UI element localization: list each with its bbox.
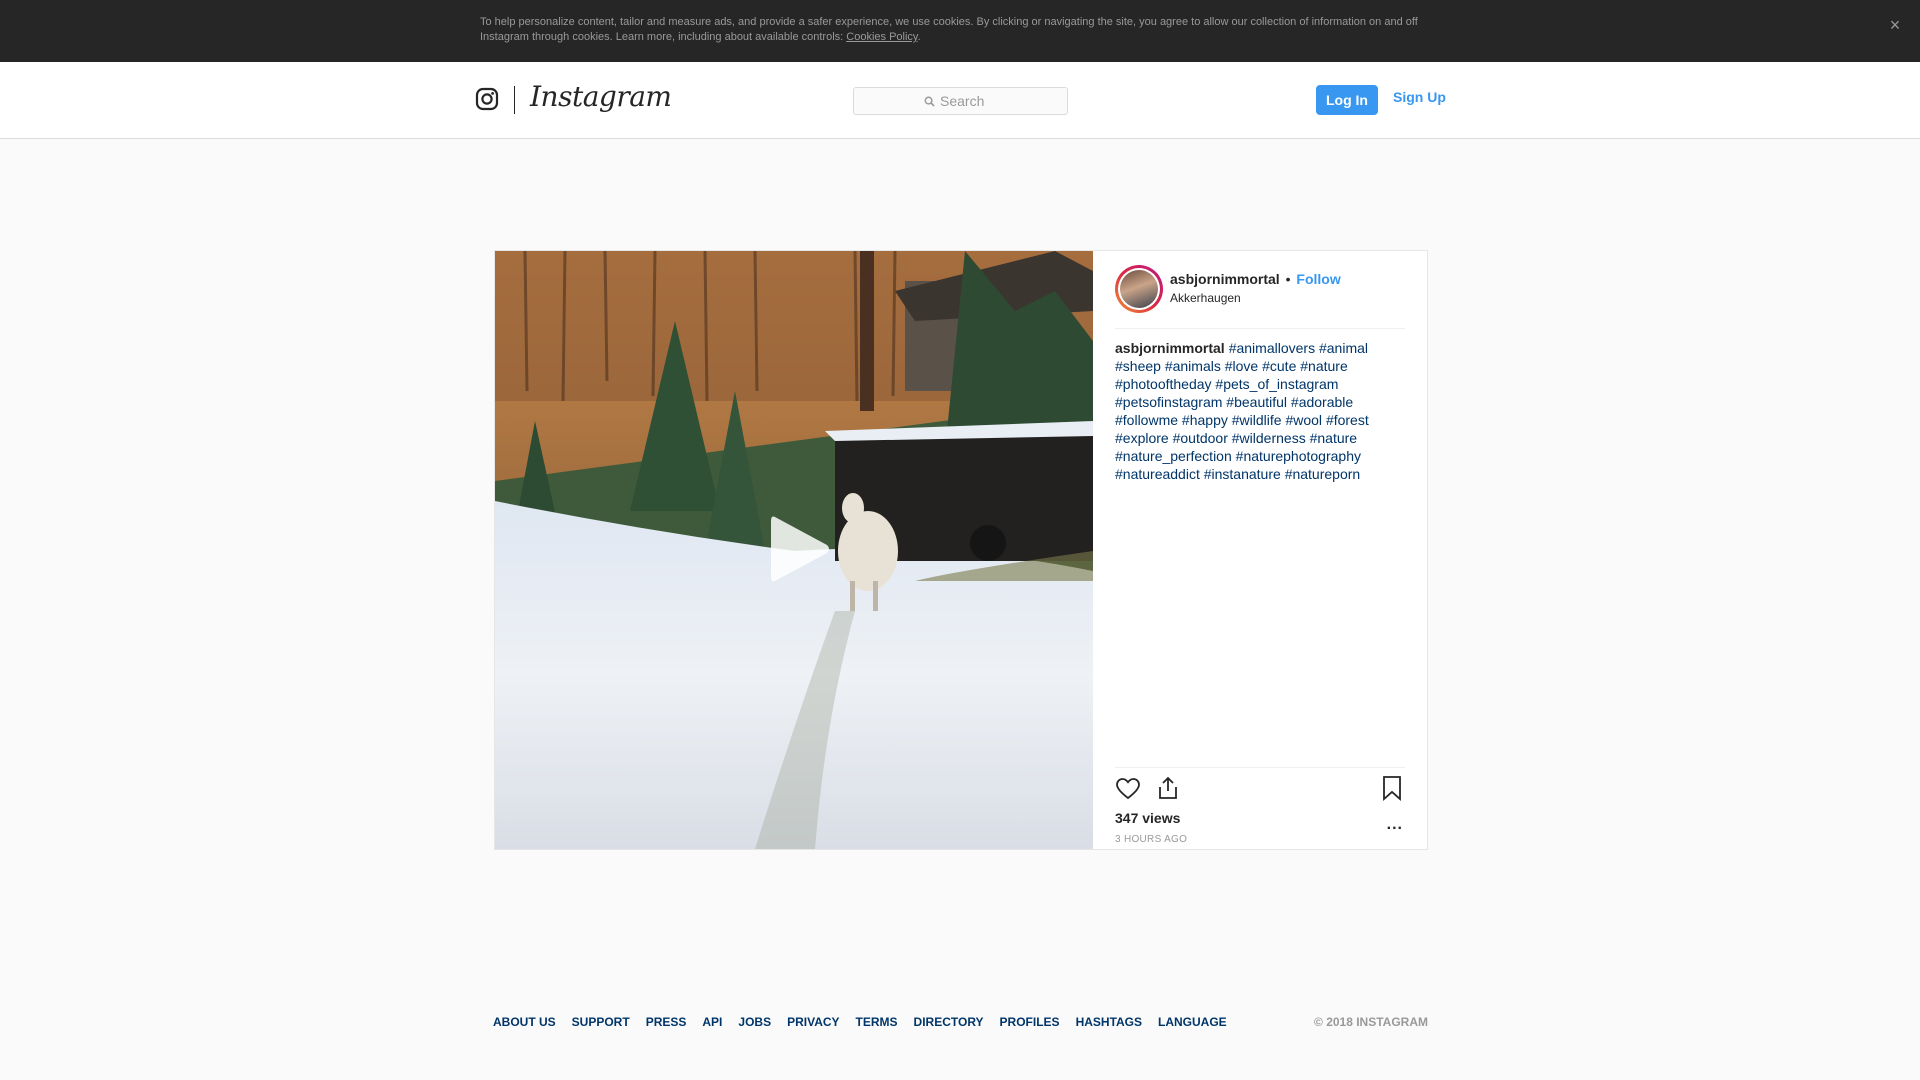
footer-link[interactable]: JOBS [738, 1015, 771, 1029]
hashtag-link[interactable]: #wilderness [1232, 430, 1306, 446]
post-card: asbjornimmortal • Follow Akkerhaugen asb… [494, 250, 1428, 850]
hashtag-link[interactable]: #followme [1115, 412, 1178, 428]
separator-dot: • [1285, 271, 1291, 287]
footer: ABOUT US SUPPORT PRESS API JOBS PRIVACY TERMS D… [493, 1015, 1428, 1029]
hashtag-link[interactable]: #animallovers [1229, 340, 1315, 356]
post-caption: asbjornimmortal #animallovers #animal #sh… [1115, 339, 1405, 483]
footer-link[interactable]: PRIVACY [787, 1015, 839, 1029]
footer-link[interactable]: HASHTAGS [1076, 1015, 1142, 1029]
more-options-button[interactable]: ... [1387, 816, 1403, 834]
hashtag-link[interactable]: #love [1225, 358, 1258, 374]
hashtag-link[interactable]: #beautiful [1226, 394, 1287, 410]
footer-link[interactable]: LANGUAGE [1158, 1015, 1227, 1029]
search-icon [924, 96, 935, 107]
search-placeholder: Search [940, 93, 985, 109]
hashtag-link[interactable]: #photooftheday [1115, 376, 1212, 392]
hashtag-link[interactable]: #wildlife [1232, 412, 1282, 428]
hashtag-link[interactable]: #outdoor [1173, 430, 1228, 446]
footer-nav: ABOUT US SUPPORT PRESS API JOBS PRIVACY TERMS D… [493, 1015, 1243, 1029]
post-actions: 347 views 3 HOURS AGO ... [1115, 767, 1405, 849]
search-input[interactable]: Search [853, 87, 1068, 115]
footer-link[interactable]: SUPPORT [572, 1015, 630, 1029]
bookmark-icon[interactable] [1379, 775, 1405, 801]
heart-icon[interactable] [1115, 776, 1141, 802]
footer-link[interactable]: API [702, 1015, 722, 1029]
cookie-banner-text: To help personalize content, tailor and … [480, 15, 1440, 45]
login-button[interactable]: Log In [1316, 85, 1378, 115]
hashtag-link[interactable]: #nature_perfection [1115, 448, 1232, 464]
play-icon[interactable] [763, 513, 831, 585]
hashtag-link[interactable]: #animals [1165, 358, 1221, 374]
cookie-suffix: . [917, 31, 921, 43]
hashtag-link[interactable]: #petsofinstagram [1115, 394, 1222, 410]
top-nav: Instagram Search Log In Sign Up [0, 62, 1920, 139]
hashtag-link[interactable]: #naturephotography [1236, 448, 1361, 464]
follow-button[interactable]: Follow [1296, 271, 1340, 287]
signup-link[interactable]: Sign Up [1393, 89, 1446, 105]
avatar-photo [1120, 270, 1158, 308]
hashtag-link[interactable]: #adorable [1291, 394, 1353, 410]
copyright: © 2018 INSTAGRAM [1314, 1015, 1428, 1029]
hashtag-link[interactable]: #forest [1326, 412, 1369, 428]
post-timestamp[interactable]: 3 HOURS AGO [1115, 834, 1187, 845]
hashtag-link[interactable]: #wool [1285, 412, 1322, 428]
hashtag-link[interactable]: #nature [1310, 430, 1357, 446]
post-video[interactable] [495, 251, 1093, 849]
avatar[interactable] [1115, 265, 1163, 313]
hashtag-link[interactable]: #instanature [1204, 466, 1281, 482]
hashtag-link[interactable]: #happy [1182, 412, 1228, 428]
hashtag-link[interactable]: #pets_of_instagram [1215, 376, 1338, 392]
footer-link[interactable]: TERMS [856, 1015, 898, 1029]
footer-link[interactable]: ABOUT US [493, 1015, 556, 1029]
hashtag-link[interactable]: #animal [1319, 340, 1368, 356]
author-line: asbjornimmortal • Follow [1170, 271, 1341, 287]
instagram-wordmark[interactable]: Instagram [530, 80, 672, 113]
cookie-banner: To help personalize content, tailor and … [0, 0, 1920, 62]
cookie-message: To help personalize content, tailor and … [480, 16, 1418, 43]
caption-username[interactable]: asbjornimmortal [1115, 340, 1225, 356]
header-divider [514, 86, 515, 114]
share-icon[interactable] [1155, 775, 1181, 801]
post-author-header: asbjornimmortal • Follow Akkerhaugen [1115, 265, 1405, 329]
hashtag-link[interactable]: #nature [1300, 358, 1347, 374]
view-count[interactable]: 347 views [1115, 810, 1180, 826]
hashtag-list: #animallovers #animal #sheep #animals #l… [1115, 340, 1369, 482]
footer-link[interactable]: PROFILES [1000, 1015, 1060, 1029]
hashtag-link[interactable]: #sheep [1115, 358, 1161, 374]
instagram-glyph-icon[interactable] [475, 87, 499, 111]
cookies-policy-link[interactable]: Cookies Policy [846, 31, 917, 43]
author-username[interactable]: asbjornimmortal [1170, 271, 1280, 287]
hashtag-link[interactable]: #cute [1262, 358, 1296, 374]
hashtag-link[interactable]: #natureporn [1285, 466, 1361, 482]
post-sidebar: asbjornimmortal • Follow Akkerhaugen asb… [1093, 251, 1427, 849]
close-icon[interactable]: × [1884, 14, 1906, 36]
hashtag-link[interactable]: #natureaddict [1115, 466, 1200, 482]
hashtag-link[interactable]: #explore [1115, 430, 1169, 446]
footer-link[interactable]: PRESS [646, 1015, 687, 1029]
location-link[interactable]: Akkerhaugen [1170, 291, 1241, 305]
footer-link[interactable]: DIRECTORY [914, 1015, 984, 1029]
